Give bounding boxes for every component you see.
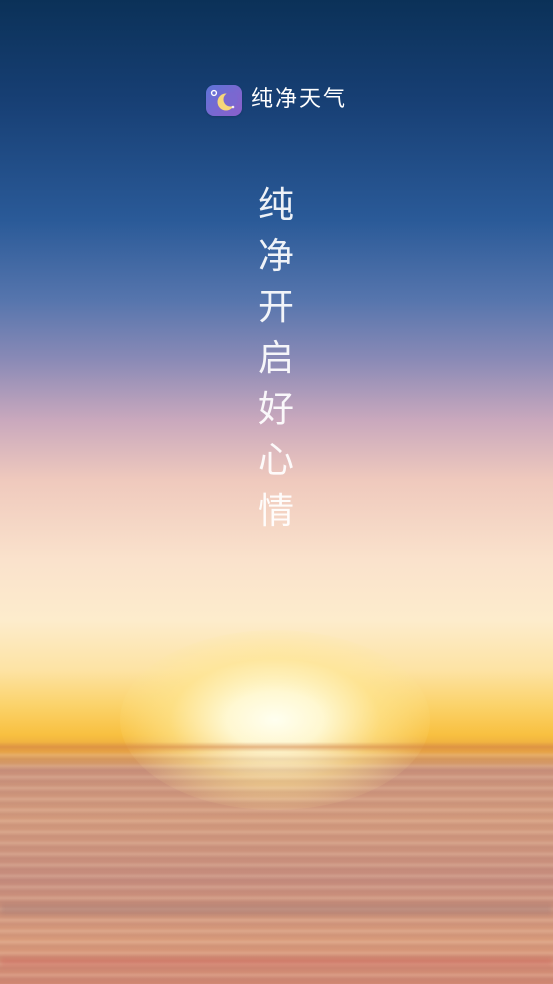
slogan-char: 启 — [257, 338, 294, 379]
app-name: 纯净天气 — [251, 87, 348, 112]
vertical-slogan: 纯 净 开 启 好 心 情 — [250, 180, 302, 537]
slogan-char: 净 — [257, 236, 294, 277]
sea-surface — [0, 752, 553, 984]
slogan-char: 纯 — [257, 185, 294, 226]
app-brand: 纯净天气 — [206, 84, 347, 116]
slogan-char: 好 — [257, 389, 294, 430]
horizon-line — [0, 742, 553, 752]
slogan-char: 心 — [257, 440, 294, 481]
moon-thermometer-icon — [206, 84, 242, 116]
sea-streak — [0, 904, 553, 914]
splash-screen: 纯净天气 纯 净 开 启 好 心 情 — [0, 0, 553, 984]
sea-streak — [0, 958, 553, 966]
slogan-char: 开 — [257, 287, 294, 328]
slogan-char: 情 — [257, 491, 294, 532]
